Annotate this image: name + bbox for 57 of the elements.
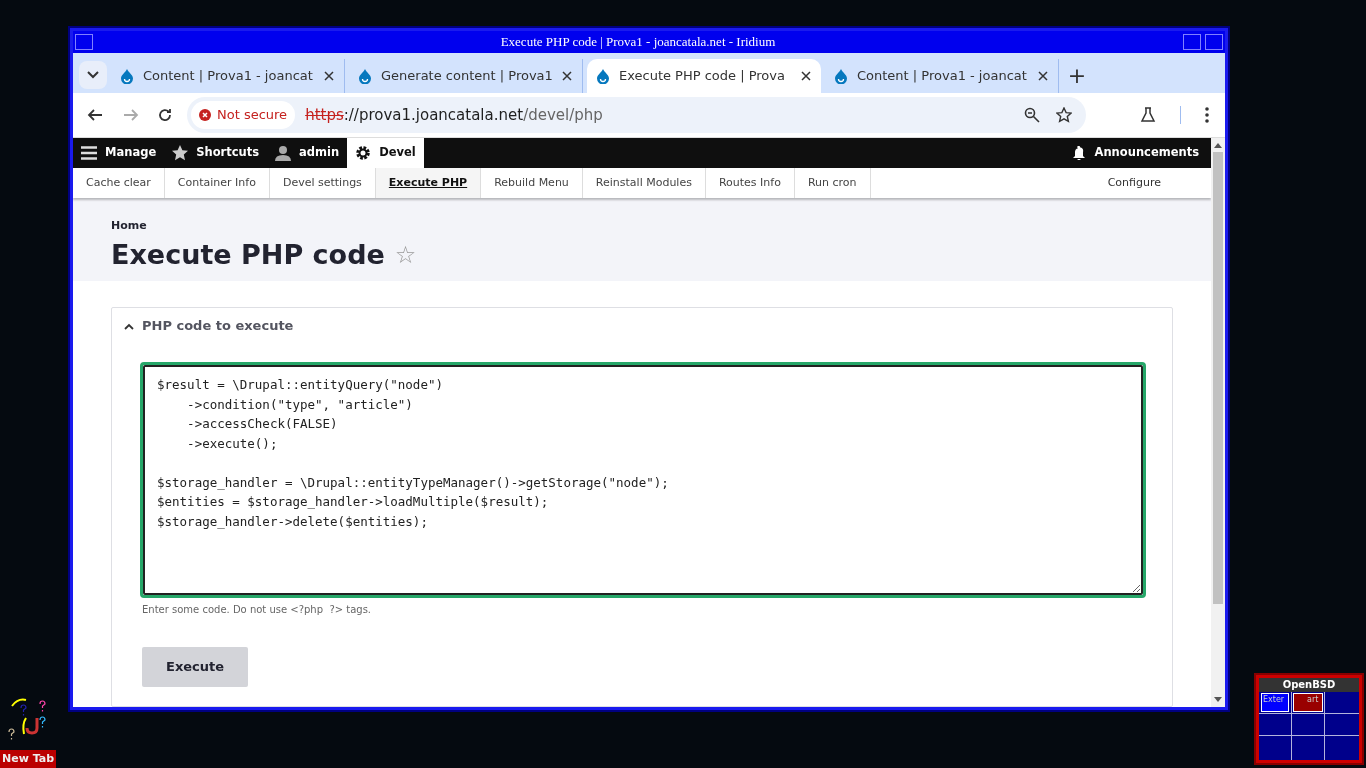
chevron-icon [124,322,134,330]
configure-link[interactable]: Configure [1057,168,1211,199]
minimize-icon[interactable] [1183,34,1201,50]
announcements-button[interactable]: Announcements [1060,144,1211,162]
url-text: https://prova1.joancatala.net/devel/php [305,104,604,126]
user-icon [275,145,292,161]
page-title: Execute PHP code [111,237,385,272]
close-icon[interactable] [801,71,811,81]
address-bar[interactable]: Not secure https://prova1.joancatala.net/devel/php [187,97,1086,133]
close-icon[interactable] [324,71,334,81]
toolbar-item[interactable]: Devel [347,138,424,169]
toolbar-item[interactable]: Shortcuts [164,138,268,169]
error-icon [199,109,211,121]
security-chip[interactable]: Not secure [191,101,296,129]
pager-window[interactable]: art [1293,693,1323,712]
gear-icon [355,145,372,161]
drop-icon [597,68,609,84]
menu-icon [81,146,97,160]
new-tab-button[interactable]: + [1063,57,1091,93]
tab-title: Content | Prova1 - joancat [857,67,1028,86]
more-menu-icon[interactable] [1205,107,1209,123]
new-tab-launcher[interactable]: New Tab [0,750,57,768]
tab-title: Execute PHP code | Prova [619,67,786,86]
maximize-icon[interactable] [1205,34,1223,50]
drop-icon [121,68,133,84]
pager[interactable]: OpenBSD Exter art [1254,673,1364,765]
scroll-up-icon[interactable] [1214,142,1222,148]
details-summary[interactable]: PHP code to execute [112,308,1172,344]
window-title: Execute PHP code | Prova1 - joancatala.net - Iridium [499,33,777,52]
bell-icon [1072,146,1085,160]
tab-list-button[interactable] [79,61,107,89]
scrollbar[interactable] [1211,138,1225,707]
breadcrumb-link[interactable]: Home [111,218,147,235]
close-icon[interactable] [1038,71,1048,81]
drop-icon [835,68,847,84]
field-description: Enter some code. Do not use <?php ?> tags. [142,603,373,617]
chevron-down-icon [87,71,99,79]
bookmark-star-icon[interactable] [1056,107,1072,123]
tray-tab[interactable]: Execute PHP [375,168,482,199]
back-icon[interactable] [87,107,103,123]
tab-title: Generate content | Prova1 [381,67,552,86]
window-menu-icon[interactable] [75,34,93,50]
pager-window[interactable]: Exter [1261,693,1289,712]
toolbar-item[interactable]: Manage [73,138,165,169]
zoom-icon[interactable] [1024,107,1040,123]
pager-title: OpenBSD [1259,678,1359,692]
scroll-down-icon[interactable] [1214,697,1222,703]
drop-icon [359,68,371,84]
star-icon [172,145,189,161]
flask-icon[interactable] [1140,107,1156,123]
tab-title: Content | Prova1 - joancat [143,67,314,86]
execute-button[interactable]: Execute [142,647,249,687]
browser-tab[interactable]: Execute PHP code | Prova [587,59,821,93]
toolbar-item[interactable]: admin [267,138,348,169]
close-icon[interactable] [562,71,572,81]
reload-icon[interactable] [157,107,173,123]
code-field[interactable]: $result = \Drupal::entityQuery("node") ->condition("type", "article") ->accessCheck(FALSE) ->execute(); $storage_handler = \Drupal::entityTypeManager()->getStorage("node"); $entities = $storage_handler->loadMultiple($result); $storage_handler->delete($entities); [140,362,1146,598]
